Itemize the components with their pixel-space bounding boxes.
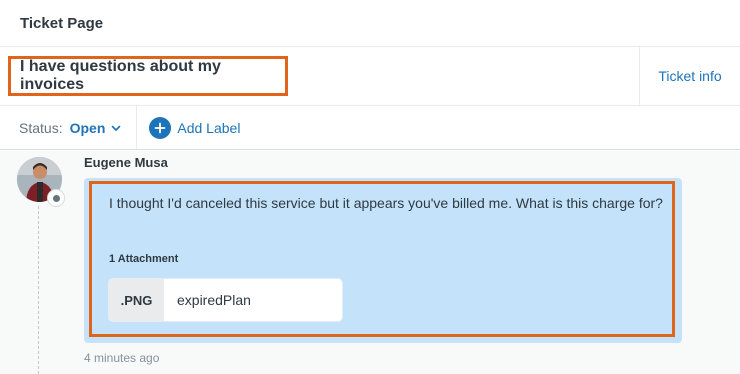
attachment-name: expiredPlan <box>177 292 251 308</box>
ticket-subject-highlight: I have questions about my invoices <box>8 56 288 96</box>
status-dropdown[interactable]: Open <box>70 120 122 136</box>
chevron-down-icon <box>112 125 121 131</box>
thread-line <box>38 206 39 374</box>
ticket-subject-row: I have questions about my invoices Ticke… <box>0 47 740 106</box>
status-value: Open <box>69 119 106 136</box>
attachment-count: 1 Attachment <box>109 253 179 265</box>
status-label: Status: <box>19 119 63 136</box>
message-body: I thought I'd canceled this service but … <box>109 195 663 211</box>
message-timestamp: 4 minutes ago <box>84 351 160 365</box>
page-header: Ticket Page <box>0 0 740 47</box>
page-title: Ticket Page <box>20 14 104 32</box>
attachment-card[interactable]: .PNG expiredPlan <box>109 279 342 321</box>
add-label-text: Add Label <box>177 119 241 136</box>
avatar-status-icon <box>47 189 65 207</box>
plus-icon <box>149 116 172 139</box>
ticket-subject[interactable]: I have questions about my invoices <box>20 58 285 94</box>
status-divider <box>136 106 138 149</box>
status-bar: Status: Open Add Label <box>0 106 740 150</box>
attachment-type: .PNG <box>109 279 164 321</box>
ticket-info-link[interactable]: Ticket info <box>639 47 740 105</box>
message-author: Eugene Musa <box>84 155 168 170</box>
add-label-button[interactable]: Add Label <box>149 116 241 139</box>
